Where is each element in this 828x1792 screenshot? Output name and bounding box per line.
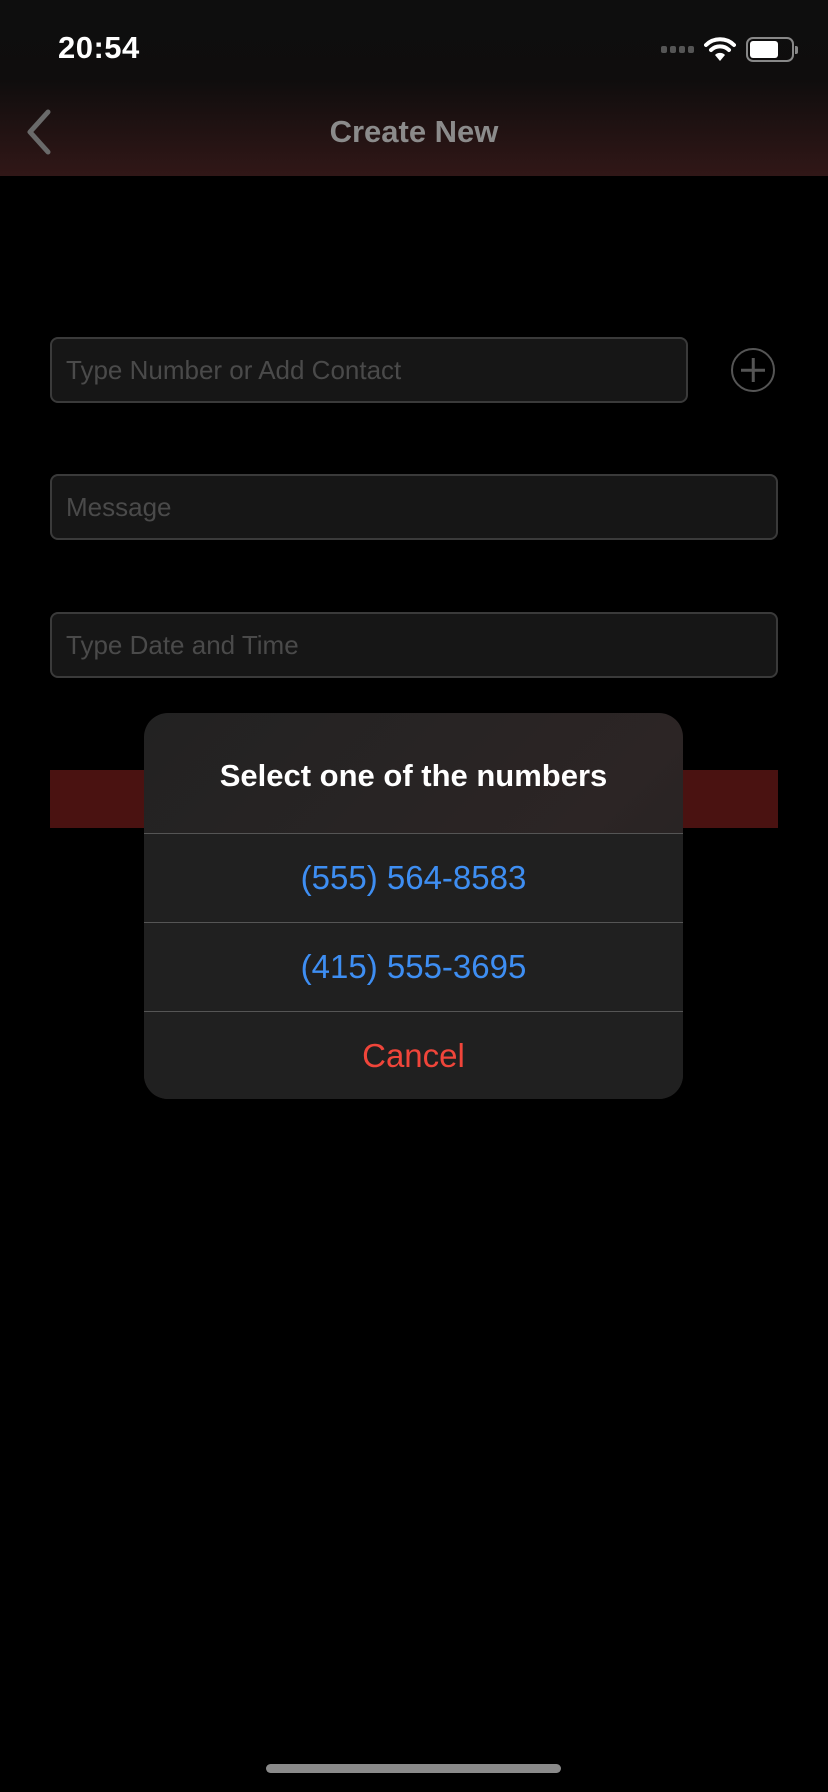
- alert-title: Select one of the numbers: [219, 758, 608, 793]
- number-option[interactable]: (555) 564-8583: [144, 833, 683, 922]
- navigation-bar: 20:54 Create New: [0, 0, 828, 176]
- home-indicator[interactable]: [266, 1764, 561, 1773]
- recipient-input[interactable]: Type Number or Add Contact: [50, 337, 688, 403]
- status-time: 20:54: [58, 30, 140, 65]
- page-title: Create New: [329, 114, 499, 149]
- message-input[interactable]: Message: [50, 474, 778, 540]
- add-contact-plus-icon[interactable]: [731, 348, 775, 392]
- datetime-input[interactable]: Type Date and Time: [50, 612, 778, 678]
- cancel-button[interactable]: Cancel: [144, 1011, 683, 1099]
- select-number-alert: Select one of the numbers (555) 564-8583…: [144, 713, 683, 1099]
- status-icons: [661, 36, 798, 62]
- battery-icon: [746, 36, 798, 62]
- cellular-signal-icon: [661, 45, 694, 53]
- number-option[interactable]: (415) 555-3695: [144, 922, 683, 1011]
- wifi-icon: [704, 37, 736, 61]
